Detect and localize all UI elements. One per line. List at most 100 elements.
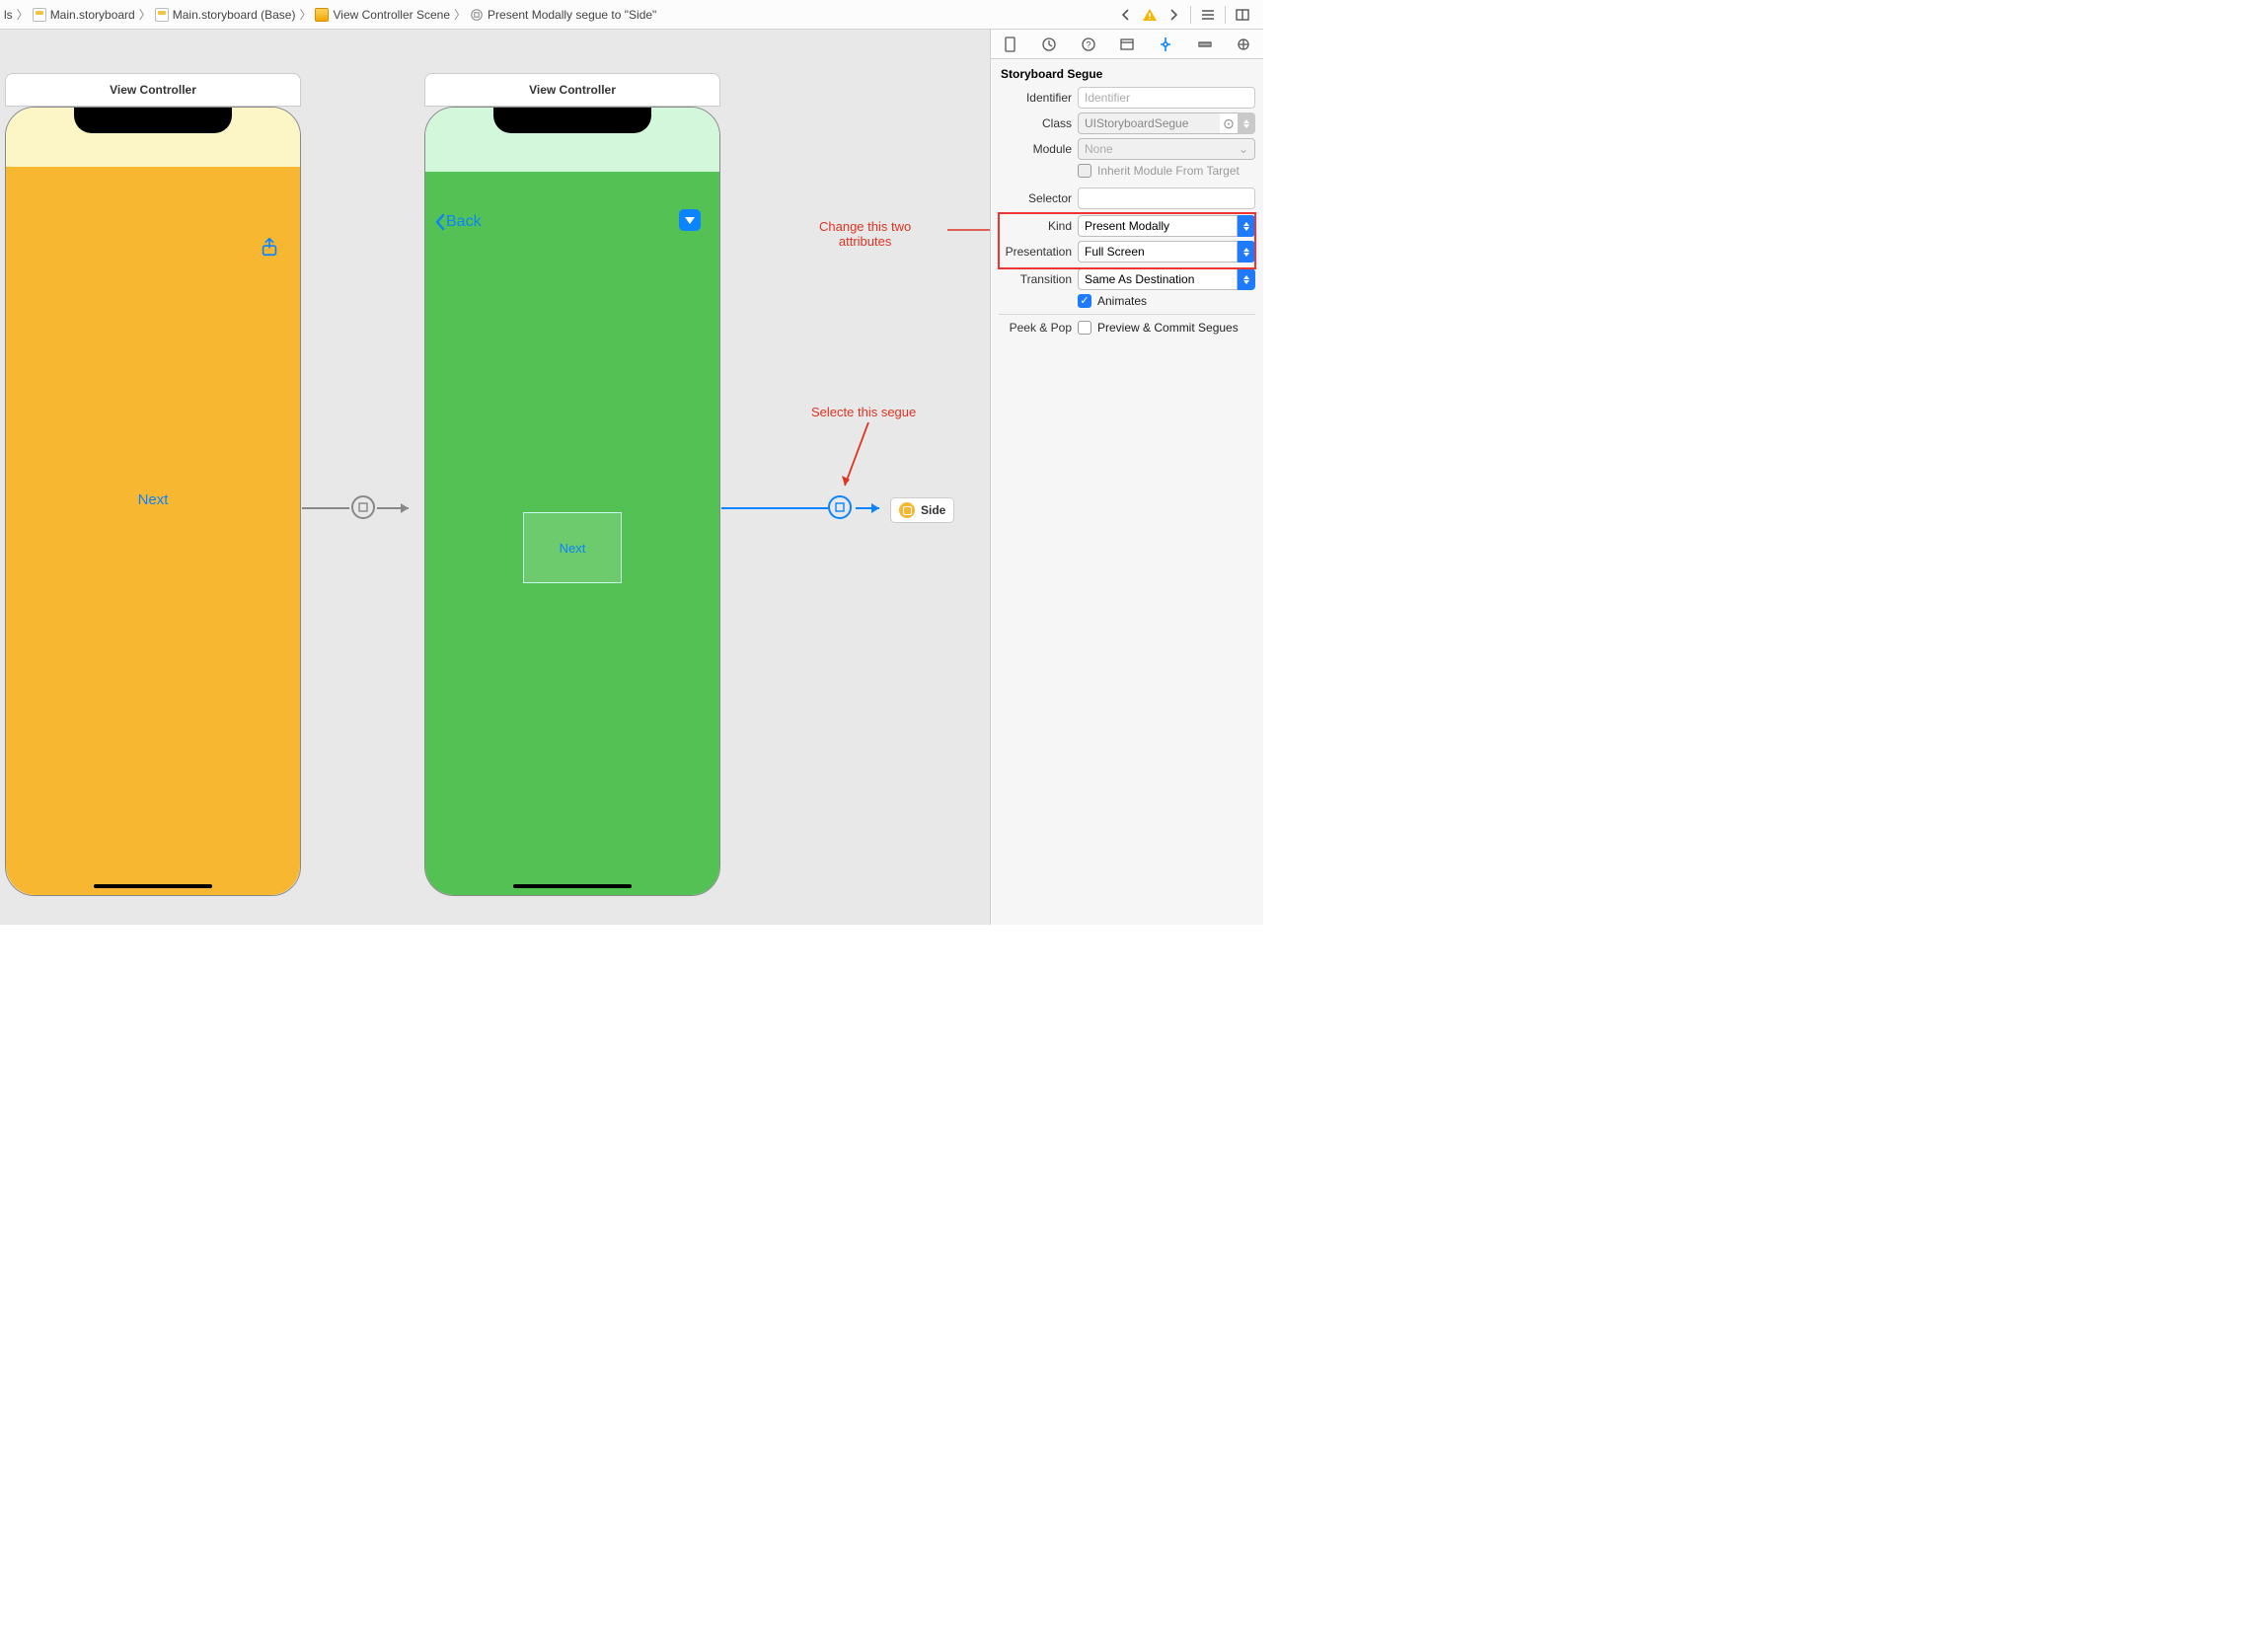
- share-icon[interactable]: [259, 236, 280, 261]
- segue-node-show[interactable]: [351, 495, 375, 519]
- presentation-value: Full Screen: [1085, 245, 1145, 259]
- scene-icon: [315, 8, 329, 22]
- breadcrumb: ls 〉 Main.storyboard 〉 Main.storyboard (…: [4, 6, 1115, 23]
- inspector-tab-identity[interactable]: [1107, 30, 1146, 58]
- editor-toolbar-right: [1115, 4, 1259, 26]
- row-presentation: Presentation Full Screen: [999, 241, 1255, 263]
- home-indicator: [513, 884, 632, 888]
- row-animates: Animates: [999, 294, 1255, 308]
- inherit-module-label: Inherit Module From Target: [1097, 164, 1240, 178]
- animates-checkbox[interactable]: [1078, 294, 1091, 308]
- container-view-label: Next: [560, 541, 586, 556]
- inherit-module-checkbox[interactable]: [1078, 164, 1091, 178]
- kind-value: Present Modally: [1085, 219, 1169, 233]
- class-field[interactable]: UIStoryboardSegue: [1078, 113, 1220, 134]
- breadcrumb-item-3[interactable]: View Controller Scene: [315, 8, 450, 22]
- nav-back-button[interactable]: [1115, 4, 1137, 26]
- label-module: Module: [999, 142, 1072, 156]
- row-identifier: Identifier: [999, 87, 1255, 109]
- inspector-tab-size[interactable]: [1185, 30, 1224, 58]
- presentation-select[interactable]: Full Screen: [1078, 241, 1238, 263]
- side-vc-label: Side: [921, 503, 945, 517]
- kind-dropdown-button[interactable]: [1238, 215, 1255, 237]
- back-button[interactable]: Back: [434, 213, 482, 231]
- label-peek-pop: Peek & Pop: [999, 321, 1072, 335]
- inspector-panel: ? Storyboard Segue Identifier Class UISt…: [991, 30, 1263, 925]
- inspector-tab-file[interactable]: [991, 30, 1029, 58]
- transition-dropdown-button[interactable]: [1238, 268, 1255, 290]
- scene-view-controller-2[interactable]: View Controller Back Next: [424, 73, 720, 896]
- editor-top-bar: ls 〉 Main.storyboard 〉 Main.storyboard (…: [0, 0, 1263, 30]
- inspector-tab-connections[interactable]: [1225, 30, 1263, 58]
- storyboard-file-icon: [33, 8, 46, 22]
- segue-connector-2[interactable]: [721, 493, 889, 523]
- scene-title-label: View Controller: [529, 83, 616, 97]
- breadcrumb-label: Main.storyboard (Base): [173, 8, 296, 22]
- row-transition: Transition Same As Destination: [999, 268, 1255, 290]
- inspector-body: Storyboard Segue Identifier Class UIStor…: [991, 59, 1263, 346]
- class-clear-button[interactable]: ⊙: [1220, 113, 1238, 134]
- module-value: None: [1085, 142, 1113, 156]
- scene-title-label: View Controller: [110, 83, 196, 97]
- inspector-tab-attributes[interactable]: [1147, 30, 1185, 58]
- peek-pop-checkbox[interactable]: [1078, 321, 1091, 335]
- storyboard-file-icon: [155, 8, 169, 22]
- outline-view-button[interactable]: [1197, 4, 1219, 26]
- phone-frame: Next: [5, 107, 301, 896]
- segue-icon: [470, 8, 484, 22]
- row-kind: Kind Present Modally: [999, 215, 1255, 237]
- back-button-label: Back: [446, 213, 482, 231]
- next-button[interactable]: Next: [6, 491, 300, 508]
- class-value: UIStoryboardSegue: [1085, 116, 1188, 130]
- phone-notch: [74, 108, 232, 133]
- label-presentation: Presentation: [999, 245, 1072, 259]
- assistant-editor-button[interactable]: [1232, 4, 1253, 26]
- identifier-field[interactable]: [1078, 87, 1255, 109]
- annotation-segue: Selecte this segue: [811, 405, 916, 419]
- svg-text:?: ?: [1086, 39, 1090, 49]
- next-button-label: Next: [138, 491, 169, 508]
- scene-side-placeholder[interactable]: Side: [890, 497, 954, 523]
- download-icon[interactable]: [679, 209, 701, 231]
- segue-node-modal[interactable]: [828, 495, 852, 519]
- nav-forward-button[interactable]: [1163, 4, 1184, 26]
- vc1-content-view: [6, 167, 300, 895]
- kind-select[interactable]: Present Modally: [1078, 215, 1238, 237]
- vc-icon: [899, 502, 915, 518]
- inspector-tab-history[interactable]: [1029, 30, 1068, 58]
- issues-warning-icon[interactable]: [1139, 4, 1161, 26]
- annotation-arrow-1: [947, 223, 991, 237]
- toolbar-separator: [1190, 6, 1191, 24]
- transition-select[interactable]: Same As Destination: [1078, 268, 1238, 290]
- annotation-attributes: Change this two attributes: [819, 219, 911, 249]
- row-selector: Selector: [999, 188, 1255, 209]
- presentation-dropdown-button[interactable]: [1238, 241, 1255, 263]
- breadcrumb-item-2[interactable]: Main.storyboard (Base): [155, 8, 296, 22]
- row-class: Class UIStoryboardSegue ⊙: [999, 113, 1255, 134]
- breadcrumb-separator: 〉: [139, 6, 151, 23]
- chevron-left-icon: [434, 213, 446, 231]
- scene-title-bar[interactable]: View Controller: [424, 73, 720, 107]
- storyboard-canvas[interactable]: View Controller Next: [0, 30, 991, 925]
- peek-pop-label: Preview & Commit Segues: [1097, 321, 1239, 335]
- class-dropdown-button[interactable]: [1238, 113, 1255, 134]
- phone-notch: [493, 108, 651, 133]
- animates-label: Animates: [1097, 294, 1147, 308]
- scene-title-bar[interactable]: View Controller: [5, 73, 301, 107]
- breadcrumb-label: Main.storyboard: [50, 8, 135, 22]
- breadcrumb-item-1[interactable]: Main.storyboard: [33, 8, 135, 22]
- breadcrumb-label: ls: [4, 8, 13, 22]
- breadcrumb-item-4[interactable]: Present Modally segue to "Side": [470, 8, 656, 22]
- highlighted-attributes: Kind Present Modally Presentation Full S…: [999, 213, 1255, 268]
- inspector-tabs: ?: [991, 30, 1263, 59]
- breadcrumb-item-0[interactable]: ls: [4, 8, 13, 22]
- inspector-tab-help[interactable]: ?: [1069, 30, 1107, 58]
- module-field[interactable]: None⌄: [1078, 138, 1255, 160]
- container-view[interactable]: Next: [523, 512, 622, 583]
- breadcrumb-label: View Controller Scene: [333, 8, 450, 22]
- transition-value: Same As Destination: [1085, 272, 1194, 286]
- selector-field[interactable]: [1078, 188, 1255, 209]
- scene-view-controller-1[interactable]: View Controller Next: [5, 73, 301, 896]
- annotation-arrow-2: [839, 422, 878, 495]
- row-inherit: Inherit Module From Target: [999, 164, 1255, 178]
